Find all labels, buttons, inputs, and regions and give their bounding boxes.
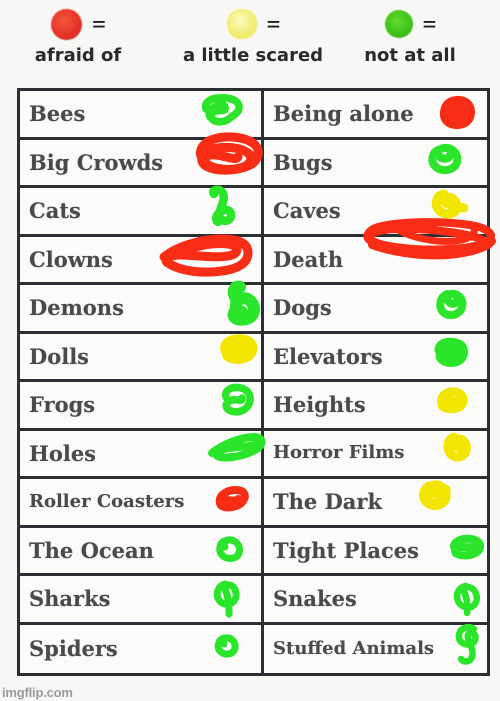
row-label-the-ocean: The Ocean bbox=[29, 537, 154, 563]
table-row[interactable]: Caves bbox=[264, 188, 487, 237]
table-row[interactable]: Horror Films bbox=[264, 430, 487, 479]
equals-sign: = bbox=[92, 13, 105, 34]
table-row[interactable]: Dolls bbox=[20, 333, 261, 382]
table-row[interactable]: Frogs bbox=[20, 382, 261, 431]
green-scribble-mark bbox=[206, 427, 268, 465]
table-row[interactable]: Elevators bbox=[264, 333, 487, 382]
table-row[interactable]: Big Crowds bbox=[20, 131, 263, 188]
yellow-circle-icon bbox=[226, 9, 257, 39]
row-label-sharks: Sharks bbox=[29, 586, 111, 612]
left-column: Bees Big Crowds Cats Clowns Demons Dolls… bbox=[20, 91, 266, 673]
table-row[interactable]: Spiders bbox=[20, 624, 261, 673]
row-label-roller-coasters: Roller Coasters bbox=[29, 490, 185, 512]
legend-label-a-little-scared: a little scared bbox=[182, 45, 324, 66]
row-label-holes: Holes bbox=[29, 440, 97, 466]
legend-item-not-at-all: = not at all bbox=[340, 4, 480, 66]
green-scribble-mark bbox=[220, 280, 266, 327]
table-row[interactable]: Stuffed Animals bbox=[264, 623, 487, 673]
yellow-scribble-mark bbox=[440, 431, 474, 465]
table-row[interactable]: The Dark bbox=[264, 479, 487, 528]
table-row[interactable]: Bugs bbox=[264, 139, 487, 188]
row-label-being-alone: Being alone bbox=[273, 101, 414, 127]
green-scribble-mark bbox=[213, 533, 247, 565]
green-scribble-mark bbox=[450, 579, 484, 619]
equals-sign: = bbox=[266, 13, 280, 34]
legend-item-afraid-of: = afraid of bbox=[8, 4, 148, 66]
row-label-stuffed-animals: Stuffed Animals bbox=[273, 637, 435, 659]
table-row[interactable]: Heights bbox=[264, 382, 487, 431]
green-scribble-mark bbox=[198, 93, 244, 127]
legend: = afraid of = a little scared = not at a… bbox=[0, 0, 500, 86]
row-label-cats: Cats bbox=[29, 198, 81, 224]
row-label-clowns: Clowns bbox=[29, 246, 113, 272]
row-label-spiders: Spiders bbox=[29, 636, 118, 662]
green-scribble-mark bbox=[432, 286, 472, 324]
row-label-elevators: Elevators bbox=[273, 343, 383, 369]
green-circle-icon bbox=[384, 10, 413, 38]
row-label-demons: Demons bbox=[29, 295, 124, 321]
table-row[interactable]: The Ocean bbox=[20, 527, 261, 576]
legend-item-a-little-scared: = a little scared bbox=[158, 4, 348, 66]
green-scribble-mark bbox=[424, 140, 466, 178]
green-scribble-mark bbox=[212, 631, 244, 661]
table-row[interactable]: Being alone bbox=[264, 91, 487, 140]
green-scribble-mark bbox=[211, 578, 245, 620]
yellow-scribble-mark bbox=[216, 333, 260, 366]
green-scribble-mark bbox=[452, 619, 486, 667]
table-row[interactable]: Snakes bbox=[264, 576, 487, 625]
row-label-big-crowds: Big Crowds bbox=[29, 149, 164, 175]
green-scribble-mark bbox=[200, 185, 242, 228]
table-row[interactable]: Sharks bbox=[20, 576, 261, 625]
table-row[interactable]: Bees bbox=[20, 91, 261, 140]
row-label-the-dark: The Dark bbox=[273, 489, 382, 515]
row-label-heights: Heights bbox=[273, 392, 366, 418]
yellow-scribble-mark bbox=[428, 186, 472, 224]
yellow-scribble-mark bbox=[416, 477, 456, 511]
red-circle-icon bbox=[51, 8, 83, 40]
table-row[interactable]: Holes bbox=[20, 430, 266, 479]
meme-image: = afraid of = a little scared = not at a… bbox=[0, 0, 500, 701]
legend-label-not-at-all: not at all bbox=[364, 45, 456, 66]
red-blob-mark bbox=[436, 93, 478, 133]
red-scribble-mark bbox=[212, 485, 252, 513]
table-row[interactable]: Demons bbox=[20, 280, 261, 334]
green-scribble-mark bbox=[432, 337, 470, 368]
row-label-death: Death bbox=[273, 246, 344, 272]
table-row[interactable]: Dogs bbox=[264, 285, 487, 334]
table-row[interactable]: Roller Coasters bbox=[20, 479, 261, 528]
yellow-scribble-mark bbox=[432, 386, 470, 416]
legend-label-afraid-of: afraid of bbox=[34, 45, 122, 66]
table-row[interactable]: Tight Places bbox=[264, 527, 487, 576]
row-label-dolls: Dolls bbox=[29, 343, 89, 369]
row-label-horror-films: Horror Films bbox=[273, 442, 405, 464]
red-scribble-mark bbox=[154, 229, 262, 285]
equals-sign: = bbox=[422, 13, 436, 34]
table-row[interactable]: Death bbox=[264, 217, 496, 285]
row-label-dogs: Dogs bbox=[273, 295, 332, 321]
table-row[interactable]: Clowns bbox=[20, 234, 261, 285]
table-row[interactable]: Cats bbox=[20, 185, 261, 237]
right-column: Being alone Bugs Caves Death Dogs Elevat… bbox=[264, 91, 496, 673]
row-label-bugs: Bugs bbox=[273, 149, 333, 175]
imgflip-watermark: imgflip.com bbox=[2, 685, 73, 700]
green-scribble-mark bbox=[446, 534, 486, 560]
row-label-caves: Caves bbox=[273, 198, 341, 224]
fears-table: Bees Big Crowds Cats Clowns Demons Dolls… bbox=[17, 88, 496, 676]
row-label-frogs: Frogs bbox=[29, 392, 96, 418]
row-label-bees: Bees bbox=[29, 101, 86, 127]
green-scribble-mark bbox=[214, 383, 256, 419]
row-label-tight-places: Tight Places bbox=[273, 537, 419, 563]
row-label-snakes: Snakes bbox=[273, 586, 357, 612]
